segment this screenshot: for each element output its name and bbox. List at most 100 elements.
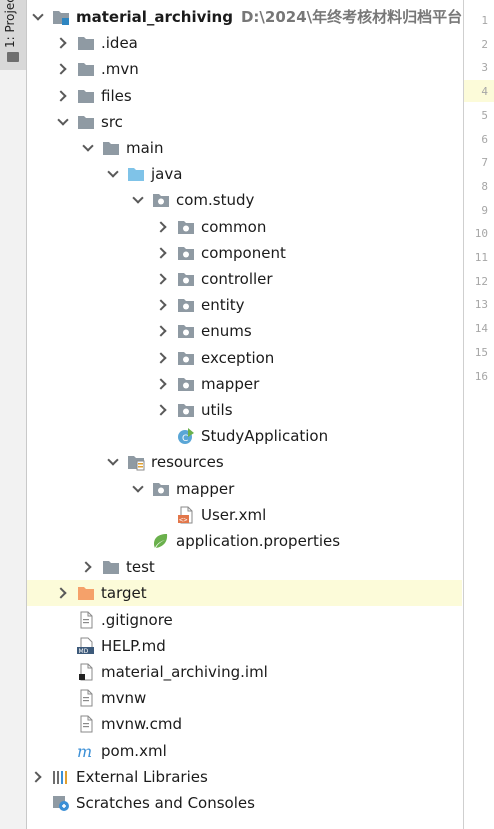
- chevron-down-icon[interactable]: [131, 187, 145, 213]
- tree-item[interactable]: .idea: [27, 30, 462, 56]
- text-file-icon: [77, 611, 95, 629]
- tree-item[interactable]: .gitignore: [27, 607, 462, 633]
- text-file-icon: [77, 689, 95, 707]
- chevron-right-icon[interactable]: [156, 266, 170, 292]
- tree-item-label: User.xml: [201, 505, 267, 524]
- chevron-right-icon[interactable]: [156, 318, 170, 344]
- tree-item[interactable]: material_archivingD:\2024\年终考核材料归档平台\源码: [27, 4, 462, 30]
- chevron-down-icon[interactable]: [31, 4, 45, 30]
- chevron-right-icon[interactable]: [56, 56, 70, 82]
- svg-text:MD: MD: [79, 648, 89, 655]
- package-icon: [152, 191, 170, 209]
- tree-item-label: mvnw.cmd: [101, 715, 183, 734]
- chevron-right-icon[interactable]: [56, 30, 70, 56]
- tree-item[interactable]: <> User.xml: [27, 502, 462, 528]
- package-icon: [177, 375, 195, 393]
- line-number: 12: [474, 274, 488, 288]
- tree-item[interactable]: Scratches and Consoles: [27, 790, 462, 816]
- chevron-right-icon[interactable]: [156, 345, 170, 371]
- package-icon: [177, 401, 195, 419]
- tree-item[interactable]: component: [27, 240, 462, 266]
- text-file-icon: [77, 715, 95, 733]
- chevron-down-icon[interactable]: [131, 476, 145, 502]
- chevron-right-icon[interactable]: [56, 580, 70, 606]
- tree-item[interactable]: target: [27, 580, 462, 607]
- maven-icon: m: [77, 742, 95, 761]
- project-tree: material_archivingD:\2024\年终考核材料归档平台\源码.…: [27, 4, 462, 829]
- tree-item[interactable]: src: [27, 109, 462, 135]
- tree-item-label: main: [126, 139, 164, 157]
- chevron-right-icon[interactable]: [156, 397, 170, 423]
- line-number: 4: [481, 85, 488, 99]
- tree-item[interactable]: exception: [27, 345, 462, 371]
- xml-file-icon: <>: [177, 506, 195, 524]
- chevron-down-icon[interactable]: [81, 135, 95, 161]
- chevron-down-icon[interactable]: [56, 109, 70, 135]
- tree-item[interactable]: MD HELP.md: [27, 633, 462, 659]
- tree-item[interactable]: com.study: [27, 187, 462, 213]
- line-number: 6: [481, 132, 488, 146]
- tree-item[interactable]: m pom.xml: [27, 738, 462, 764]
- chevron-right-icon[interactable]: [156, 240, 170, 266]
- folder-icon: [77, 87, 95, 105]
- tree-item-label: exception: [201, 348, 275, 367]
- tree-item[interactable]: External Libraries: [27, 764, 462, 790]
- chevron-right-icon[interactable]: [156, 371, 170, 397]
- tree-item-label: .gitignore: [101, 610, 173, 629]
- svg-text:<>: <>: [179, 516, 187, 524]
- tool-window-strip: 1: Project: [0, 0, 27, 829]
- tree-item[interactable]: files: [27, 83, 462, 109]
- tree-item[interactable]: mvnw: [27, 685, 462, 711]
- svg-text:m: m: [77, 742, 92, 760]
- svg-text:C: C: [182, 434, 188, 444]
- tree-item[interactable]: application.properties: [27, 528, 462, 554]
- tree-item[interactable]: mvnw.cmd: [27, 711, 462, 737]
- tree-item[interactable]: C StudyApplication: [27, 423, 462, 449]
- tree-item-label: mvnw: [101, 689, 147, 708]
- tree-item[interactable]: material_archiving.iml: [27, 659, 462, 685]
- chevron-down-icon[interactable]: [106, 161, 120, 187]
- line-number: 1: [481, 14, 488, 27]
- chevron-right-icon[interactable]: [31, 764, 45, 790]
- tree-item[interactable]: test: [27, 554, 462, 580]
- tree-item-label: com.study: [176, 191, 255, 210]
- tree-item[interactable]: entity: [27, 292, 462, 318]
- folder-icon: [77, 34, 95, 52]
- chevron-right-icon[interactable]: [156, 292, 170, 318]
- tree-item[interactable]: resources: [27, 449, 462, 475]
- tree-item-label: files: [101, 86, 132, 105]
- chevron-right-icon[interactable]: [81, 554, 95, 580]
- tree-item[interactable]: .mvn: [27, 56, 462, 82]
- chevron-right-icon[interactable]: [156, 214, 170, 240]
- line-number: 16: [474, 369, 488, 383]
- folder-icon: [102, 558, 120, 576]
- line-number: 11: [474, 251, 488, 264]
- spring-properties-icon: [152, 532, 170, 550]
- line-number: 13: [474, 298, 488, 312]
- tree-item[interactable]: mapper: [27, 476, 462, 502]
- project-tool-tab-label: 1: Project: [3, 0, 17, 48]
- line-number: 2: [481, 37, 488, 51]
- tree-item[interactable]: common: [27, 214, 462, 240]
- tree-item-label: Scratches and Consoles: [76, 794, 255, 812]
- tree-item-label: mapper: [176, 479, 235, 498]
- line-number: 8: [481, 179, 488, 193]
- tree-item[interactable]: controller: [27, 266, 462, 292]
- package-icon: [177, 270, 195, 288]
- tree-item[interactable]: mapper: [27, 371, 462, 397]
- package-icon: [177, 218, 195, 236]
- chevron-right-icon[interactable]: [56, 83, 70, 109]
- tree-item-label: material_archiving.iml: [101, 663, 268, 681]
- tree-item[interactable]: enums: [27, 318, 462, 344]
- tree-item[interactable]: utils: [27, 397, 462, 423]
- tree-item-label: External Libraries: [76, 767, 208, 786]
- folder-icon: [77, 113, 95, 131]
- chevron-down-icon[interactable]: [106, 449, 120, 475]
- package-icon: [177, 349, 195, 367]
- editor-gutter: 1 2 3 4 5 6 7 8 9 10 11 12 13 14 15 16: [463, 0, 494, 829]
- tree-item-label: .idea: [101, 34, 138, 53]
- line-number: 9: [481, 203, 488, 217]
- tree-item[interactable]: java: [27, 161, 462, 187]
- tree-item[interactable]: main: [27, 135, 462, 161]
- tree-item-label: material_archivingD:\2024\年终考核材料归档平台\源码: [76, 4, 462, 30]
